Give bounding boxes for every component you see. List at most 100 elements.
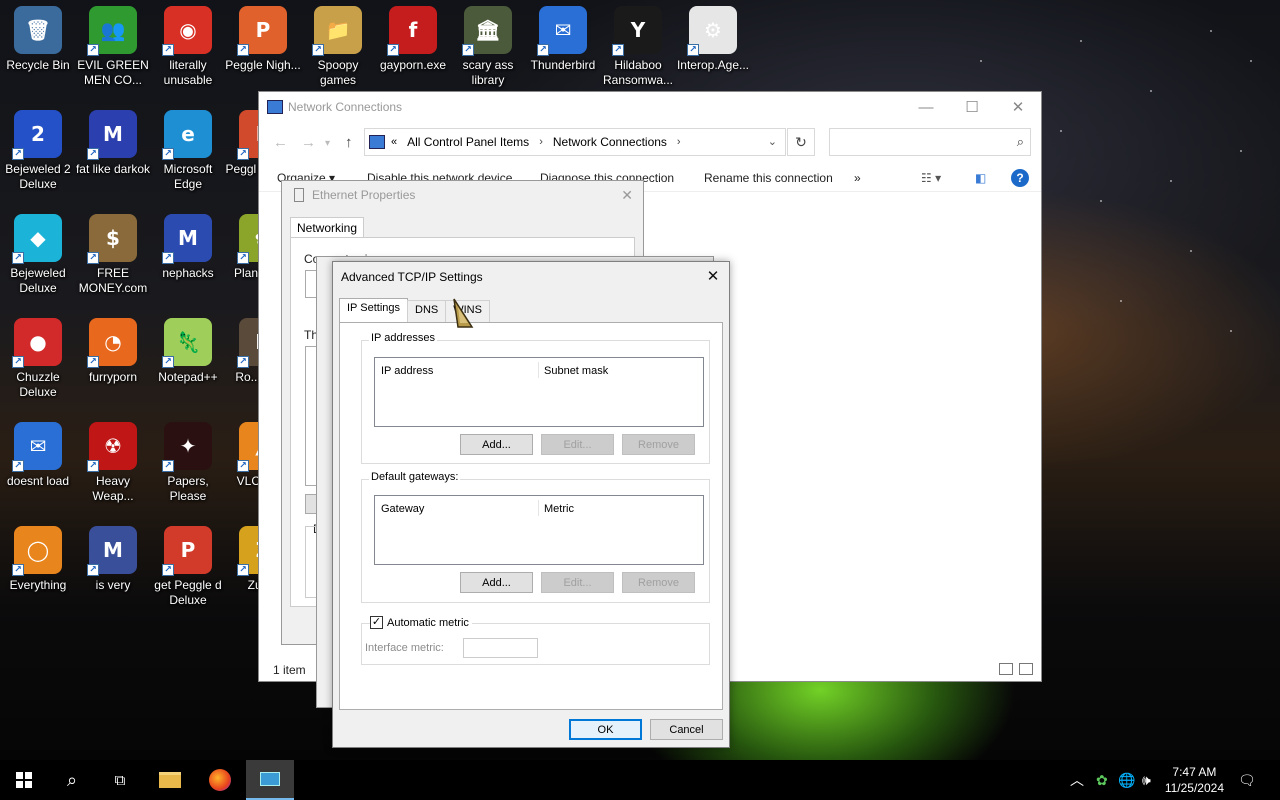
large-icons-view-icon[interactable] xyxy=(1019,663,1033,675)
desktop-icon[interactable]: 🏛 ↗ scary ass library xyxy=(450,0,526,100)
shortcut-arrow-icon: ↗ xyxy=(87,564,99,576)
shortcut-arrow-icon: ↗ xyxy=(237,148,249,160)
wallpaper-star xyxy=(1100,200,1102,202)
details-view-icon[interactable] xyxy=(999,663,1013,675)
advanced-title-bar[interactable]: Advanced TCP/IP Settings xyxy=(333,262,729,292)
taskbar-file-explorer[interactable] xyxy=(146,760,194,800)
breadcrumb-item-control-panel[interactable]: All Control Panel Items xyxy=(407,135,529,149)
desktop-icon-label: doesnt load xyxy=(6,474,70,488)
desktop-icon[interactable]: M ↗ fat like darkok xyxy=(75,104,151,204)
gateway-list[interactable]: Gateway Metric xyxy=(374,495,704,565)
advanced-tcpip-settings-dialog[interactable]: Advanced TCP/IP Settings ✕ IP Settings D… xyxy=(332,261,730,748)
tab-dns[interactable]: DNS xyxy=(407,300,447,322)
desktop-icon[interactable]: 2 ↗ Bejeweled 2 Deluxe xyxy=(0,104,76,204)
rename-connection-command[interactable]: Rename this connection xyxy=(704,171,833,185)
help-icon[interactable]: ? xyxy=(1011,169,1029,187)
add-gateway-button[interactable]: Add... xyxy=(460,572,533,593)
gateway-column-header[interactable]: Gateway xyxy=(381,503,424,515)
address-dropdown-icon[interactable]: ⌄ xyxy=(768,135,777,148)
breadcrumb-separator-icon[interactable]: › xyxy=(677,136,681,148)
desktop-icon[interactable]: ⚙ ↗ Interop.Age... xyxy=(675,0,751,100)
change-view-icon[interactable]: ☷ ▾ xyxy=(921,171,941,185)
desktop-icon[interactable]: M ↗ nephacks xyxy=(150,208,226,308)
desktop-icon-label: Hildaboo Ransomwa... xyxy=(602,58,674,87)
desktop-icon[interactable]: 👥 ↗ EVIL GREEN MEN CO... xyxy=(75,0,151,100)
desktop-icon[interactable]: Y ↗ Hildaboo Ransomwa... xyxy=(600,0,676,100)
desktop-icon[interactable]: f ↗ gayporn.exe xyxy=(375,0,451,100)
shortcut-arrow-icon: ↗ xyxy=(612,44,624,56)
more-commands-button[interactable]: » xyxy=(854,171,861,185)
desktop-app-icon: 👥 ↗ xyxy=(87,6,137,56)
tray-app-icon[interactable]: ✿ xyxy=(1096,760,1108,800)
ip-address-column-header[interactable]: IP address xyxy=(381,365,433,377)
tab-ip-settings[interactable]: IP Settings xyxy=(339,298,408,322)
show-hidden-icons-button[interactable]: ︿ xyxy=(1070,760,1084,800)
desktop-icon[interactable]: ✉ ↗ doesnt load xyxy=(0,416,76,516)
taskbar-clock[interactable]: 7:47 AM 11/25/2024 xyxy=(1165,764,1224,796)
desktop-app-icon: M ↗ xyxy=(162,214,212,264)
ethernet-title-bar[interactable]: Ethernet Properties ✕ xyxy=(282,181,643,209)
search-input[interactable]: ⌕ xyxy=(829,128,1031,156)
desktop-icon[interactable]: ✦ ↗ Papers, Please xyxy=(150,416,226,516)
desktop-icon[interactable]: 🗑 Recycle Bin xyxy=(0,0,76,100)
automatic-metric-checkbox[interactable]: ✓ Automatic metric xyxy=(370,616,472,629)
advanced-close-icon[interactable]: ✕ xyxy=(703,266,723,286)
desktop-icon[interactable]: e ↗ Microsoft Edge xyxy=(150,104,226,204)
search-button[interactable]: ⌕ xyxy=(48,760,96,800)
shortcut-arrow-icon: ↗ xyxy=(87,356,99,368)
tab-networking[interactable]: Networking xyxy=(290,217,365,238)
desktop-icon-label: fat like darkok xyxy=(75,162,151,176)
wallpaper-star xyxy=(1170,180,1172,182)
desktop-icon[interactable]: ☢ ↗ Heavy Weap... xyxy=(75,416,151,516)
taskbar-firefox[interactable] xyxy=(196,760,244,800)
refresh-button[interactable]: ↻ xyxy=(787,128,815,156)
address-bar[interactable]: « All Control Panel Items › Network Conn… xyxy=(364,128,786,156)
add-ip-button[interactable]: Add... xyxy=(460,434,533,455)
minimize-button[interactable]: — xyxy=(903,92,949,122)
desktop-icon[interactable]: 🦎 ↗ Notepad++ xyxy=(150,312,226,412)
preview-pane-icon[interactable]: ◧ xyxy=(975,171,986,185)
remove-gateway-button[interactable]: Remove xyxy=(622,572,695,593)
desktop-icon[interactable]: 📁 ↗ Spoopy games xyxy=(300,0,376,100)
desktop-icon[interactable]: ◉ ↗ literally unusable xyxy=(150,0,226,100)
desktop-icon[interactable]: M ↗ is very xyxy=(75,520,151,620)
desktop-app-icon: 🏛 ↗ xyxy=(462,6,512,56)
recent-locations-chevron-icon[interactable]: ▾ xyxy=(325,138,330,149)
interface-metric-input[interactable] xyxy=(463,638,538,658)
breadcrumb-item-network-connections[interactable]: Network Connections xyxy=(553,135,667,149)
start-button[interactable] xyxy=(0,760,48,800)
back-arrow-icon[interactable]: ← xyxy=(273,134,288,151)
desktop-icon[interactable]: ◔ ↗ furryporn xyxy=(75,312,151,412)
task-view-button[interactable]: ⧉ xyxy=(96,760,144,800)
up-arrow-icon[interactable]: ↑ xyxy=(345,134,353,151)
volume-icon[interactable]: 🕪 xyxy=(1142,760,1151,800)
notifications-button[interactable]: 🗨 xyxy=(1238,760,1256,800)
desktop-icon[interactable]: ● ↗ Chuzzle Deluxe xyxy=(0,312,76,412)
ethernet-close-icon[interactable]: ✕ xyxy=(621,187,633,204)
desktop-icon[interactable]: ✉ ↗ Thunderbird xyxy=(525,0,601,100)
desktop-icon[interactable]: P ↗ Peggle Nigh... xyxy=(225,0,301,100)
maximize-button[interactable]: ☐ xyxy=(949,92,995,122)
desktop-icon[interactable]: P ↗ get Peggle d Deluxe xyxy=(150,520,226,620)
desktop-icon-label: Spoopy games xyxy=(317,58,359,87)
desktop-icon-label: Chuzzle Deluxe xyxy=(16,370,60,399)
subnet-mask-column-header[interactable]: Subnet mask xyxy=(544,365,608,377)
ip-address-list[interactable]: IP address Subnet mask xyxy=(374,357,704,427)
desktop-icon[interactable]: ◆ ↗ Bejeweled Deluxe xyxy=(0,208,76,308)
ok-button[interactable]: OK xyxy=(569,719,642,740)
desktop-icon-label: gayporn.exe xyxy=(379,58,447,72)
breadcrumb-separator-icon[interactable]: › xyxy=(539,136,543,148)
desktop-icon[interactable]: ◯ ↗ Everything xyxy=(0,520,76,620)
forward-arrow-icon[interactable]: → xyxy=(301,134,316,151)
edit-gateway-button[interactable]: Edit... xyxy=(541,572,614,593)
remove-ip-button[interactable]: Remove xyxy=(622,434,695,455)
wallpaper-star xyxy=(1210,30,1212,32)
close-button[interactable]: ✕ xyxy=(995,92,1041,122)
edit-ip-button[interactable]: Edit... xyxy=(541,434,614,455)
breadcrumb-overflow[interactable]: « xyxy=(391,136,397,148)
desktop-icon[interactable]: $ ↗ FREE MONEY.com xyxy=(75,208,151,308)
metric-column-header[interactable]: Metric xyxy=(544,503,574,515)
taskbar-network-connections[interactable] xyxy=(246,760,294,800)
cancel-button[interactable]: Cancel xyxy=(650,719,723,740)
network-icon[interactable]: 🌐 xyxy=(1118,760,1135,800)
